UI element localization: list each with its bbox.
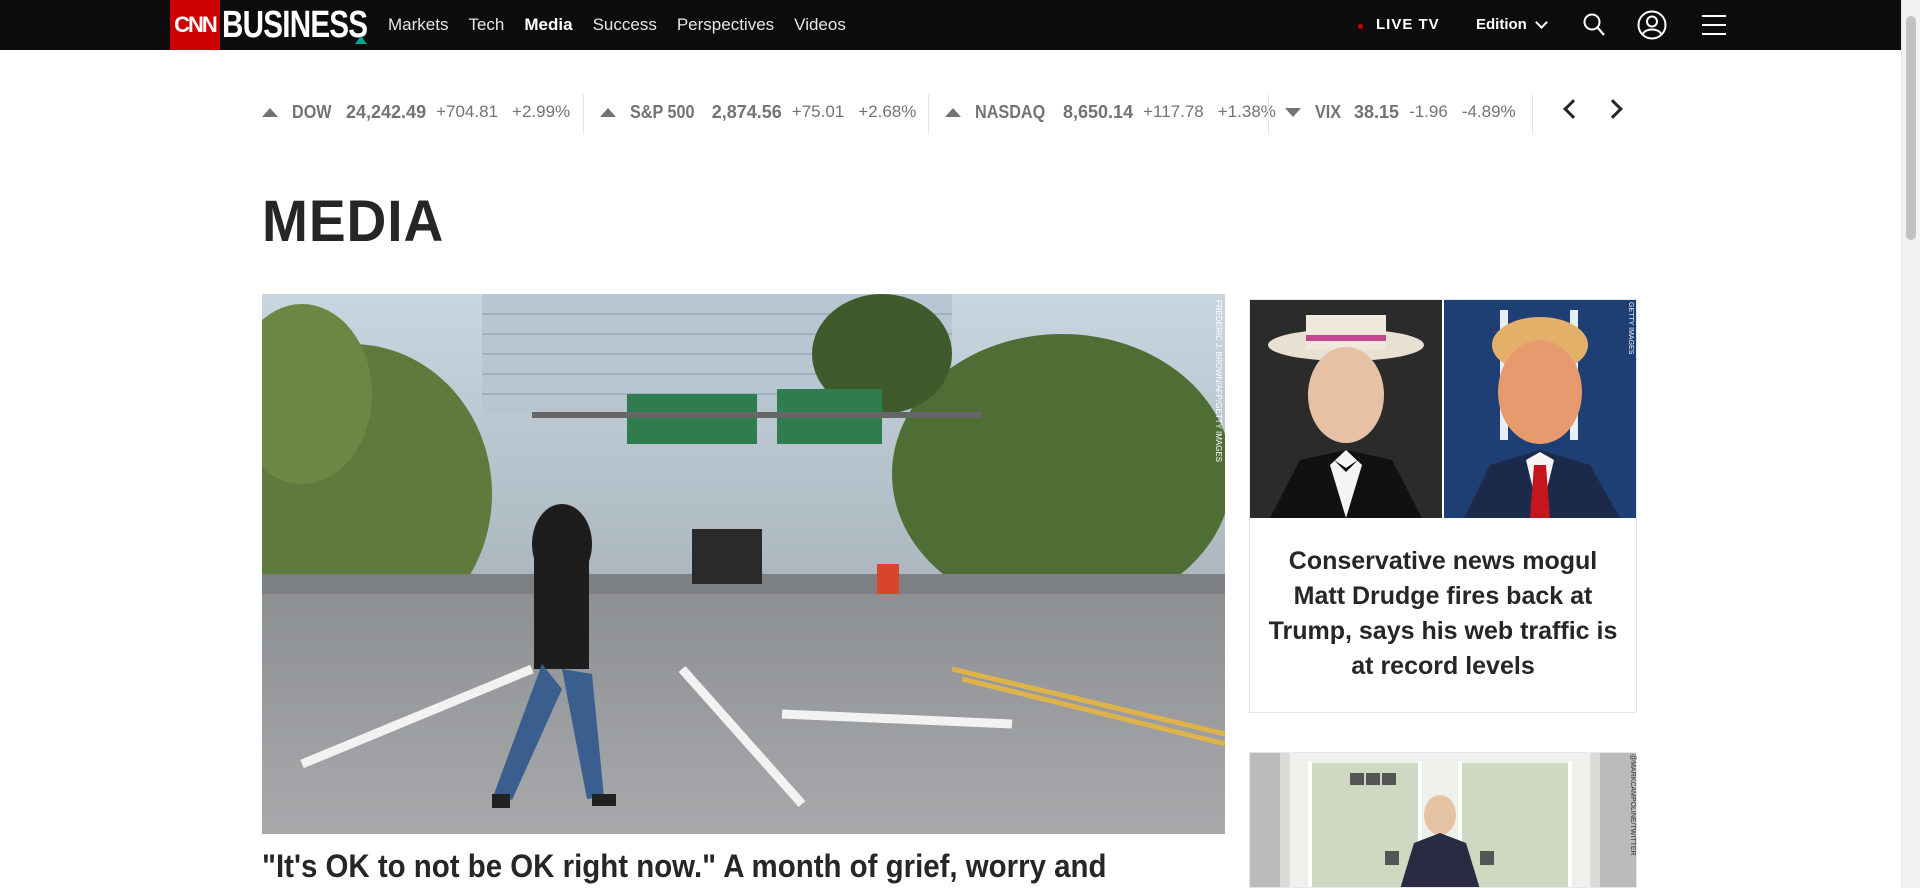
ticker-name: S&P 500 [630,101,695,122]
arrow-down-icon [1285,107,1301,117]
side-story-card[interactable]: Conservative news mogul Matt Drudge fire… [1249,299,1637,713]
hero-headline[interactable]: "It's OK to not be OK right now." A mont… [262,848,1106,885]
ticker-next-arrow-icon[interactable] [1603,99,1623,119]
ticker-percent: +2.99% [512,102,571,121]
ticker-value: 2,874.56 [711,101,782,122]
ticker-value: 38.15 [1354,101,1400,122]
top-nav-bar: CNN BUSINESS Markets Tech Media Success … [0,0,1901,50]
nav-link-success[interactable]: Success [593,15,657,35]
logo-accent-triangle-icon [355,36,367,44]
ticker-divider [928,94,929,134]
ticker-change: +117.78 [1143,102,1204,121]
street-scene-image [262,294,1225,834]
arrow-up-icon [600,107,616,117]
nav-link-perspectives[interactable]: Perspectives [677,15,774,35]
ticker-name: NASDAQ [975,101,1046,122]
ticker-percent: +2.68% [858,102,917,121]
arrow-up-icon [262,107,278,117]
ticker-change: -1.96 [1409,102,1448,121]
side-story-headline[interactable]: Conservative news mogul Matt Drudge fire… [1264,544,1622,684]
nav-link-markets[interactable]: Markets [388,15,448,35]
page-scrollbar[interactable] [1901,0,1920,888]
ticker-divider [1268,94,1269,134]
ticker-change: +75.01 [791,102,845,121]
nav-link-tech[interactable]: Tech [468,15,504,35]
hamburger-menu-icon[interactable] [1702,14,1726,36]
search-icon[interactable] [1583,13,1605,37]
arrow-up-icon [945,107,961,117]
ticker-percent: -4.89% [1461,102,1516,121]
page-title: MEDIA [262,189,445,254]
side-story-2-photo-credit: @MARKCAMPOLINE/TWITTER [1629,754,1636,856]
section-nav: Markets Tech Media Success Perspectives … [388,0,866,50]
hero-photo-credit: FREDERIC J. BROWN/AFP/GETTY IMAGES [1214,300,1223,463]
nav-link-videos[interactable]: Videos [794,15,846,35]
side-story-image [1250,300,1636,518]
live-indicator-dot [1358,24,1363,29]
edition-selector[interactable]: Edition [1476,16,1527,33]
business-logo[interactable]: BUSINESS [222,0,368,50]
ticker-name: DOW [292,101,332,122]
user-icon[interactable] [1637,10,1667,40]
ticker-item-nasdaq[interactable]: NASDAQ 8,650.14 +117.78 +1.38% [945,90,1276,134]
ticker-divider [1532,94,1533,134]
ticker-change: +704.81 [436,102,499,121]
ticker-value: 8,650.14 [1063,101,1134,122]
ticker-value: 24,242.49 [346,101,427,122]
market-ticker: DOW 24,242.49 +704.81 +2.99% S&P 500 2,8… [262,90,1552,134]
hero-story-image[interactable] [262,294,1225,834]
side-story-card-2[interactable] [1249,752,1637,888]
live-tv-link[interactable]: LIVE TV [1376,16,1440,33]
cnn-logo[interactable]: CNN [170,0,220,50]
ticker-divider [583,94,584,134]
portraits-image [1250,300,1636,518]
scrollbar-thumb[interactable] [1906,16,1916,240]
nav-link-media[interactable]: Media [524,15,572,35]
video-still-image [1250,753,1636,887]
side-story-photo-credit: GETTY IMAGES [1627,302,1634,355]
ticker-item-vix[interactable]: VIX 38.15 -1.96 -4.89% [1285,90,1516,134]
ticker-item-sp500[interactable]: S&P 500 2,874.56 +75.01 +2.68% [600,90,916,134]
ticker-name: VIX [1315,101,1342,122]
ticker-item-dow[interactable]: DOW 24,242.49 +704.81 +2.99% [262,90,570,134]
chevron-down-icon[interactable] [1535,16,1548,29]
ticker-prev-arrow-icon[interactable] [1563,99,1583,119]
